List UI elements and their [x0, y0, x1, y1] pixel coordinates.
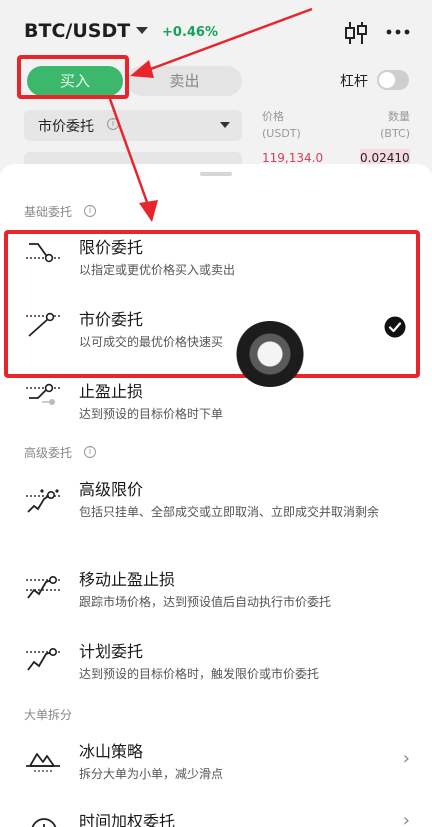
option-title: 限价委托 — [79, 238, 144, 257]
option-limit-order[interactable]: 限价委托 以指定或更优价格买入或卖出 — [0, 230, 432, 298]
option-desc: 跟踪市场价格，达到预设值后自动执行市价委托 — [79, 595, 332, 609]
check-icon — [384, 316, 406, 338]
pair-title[interactable]: BTC/USDT — [24, 20, 130, 42]
info-icon[interactable]: i — [107, 118, 119, 130]
price-header-unit: (USDT) — [262, 127, 301, 140]
option-title: 时间加权委托 — [79, 812, 176, 827]
option-market-order[interactable]: 市价委托 以可成交的最优价格快速买 — [0, 302, 432, 370]
sell-tab[interactable]: 卖出 — [127, 66, 242, 96]
limit-order-icon — [26, 243, 62, 263]
twap-icon — [31, 818, 57, 827]
trade-page-background: BTC/USDT +0.46% 买入 卖出 杠杆 市价委托 i 价格 (USDT… — [0, 0, 432, 190]
price-header-label: 价格 — [262, 110, 284, 123]
pair-dropdown-caret-icon[interactable] — [136, 27, 148, 34]
option-desc: 达到预设的目标价格时，触发限价或市价委托 — [79, 667, 320, 681]
chevron-right-icon: › — [402, 748, 410, 769]
candlestick-icon[interactable] — [344, 20, 368, 46]
section-title-basic: 基础委托 — [24, 205, 73, 219]
option-title: 高级限价 — [79, 480, 144, 499]
market-order-icon — [26, 312, 62, 337]
more-icon[interactable] — [385, 22, 411, 42]
option-title: 冰山策略 — [79, 742, 144, 761]
option-title: 市价委托 — [79, 310, 144, 329]
option-title: 止盈止损 — [79, 382, 144, 401]
tp-sl-icon — [26, 383, 62, 405]
toggle-knob — [379, 72, 395, 88]
qty-header-label: 数量 — [388, 110, 410, 123]
orderbook-ask-price[interactable]: 119,134.0 — [262, 151, 323, 165]
price-column-header: 价格 (USDT) — [262, 108, 301, 142]
advanced-limit-icon — [26, 489, 62, 513]
option-desc: 达到预设的目标价格时下单 — [79, 407, 224, 421]
option-title: 计划委托 — [79, 642, 144, 661]
option-desc: 拆分大单为小单，减少滑点 — [79, 767, 224, 781]
sheet-drag-handle[interactable] — [200, 172, 232, 176]
option-desc: 以指定或更优价格买入或卖出 — [79, 263, 236, 277]
buy-tab[interactable]: 买入 — [27, 66, 123, 96]
leverage-label: 杠杆 — [340, 74, 368, 90]
info-icon[interactable]: i — [84, 205, 96, 217]
price-change: +0.46% — [162, 25, 218, 40]
chevron-right-icon: › — [402, 810, 410, 827]
qty-header-unit: (BTC) — [380, 127, 410, 140]
order-type-sheet: 基础委托 i 限价委托 以指定或更优价格买入或卖出 市价委托 以可成交的最优价格… — [0, 164, 432, 827]
iceberg-icon — [26, 753, 60, 772]
option-trailing-stop[interactable]: 移动止盈止损 跟踪市场价格，达到预设值后自动执行市价委托 — [0, 562, 432, 622]
option-title: 移动止盈止损 — [79, 570, 176, 589]
option-trigger-order[interactable]: 计划委托 达到预设的目标价格时，触发限价或市价委托 — [0, 634, 432, 694]
option-twap[interactable]: 时间加权委托 › — [0, 804, 432, 827]
trailing-stop-icon — [26, 576, 62, 599]
qty-column-header: 数量 (BTC) — [380, 108, 410, 142]
option-desc: 包括只挂单、全部成交或立即取消、立即成交并取消剩余 — [79, 505, 380, 519]
option-iceberg[interactable]: 冰山策略 拆分大单为小单，减少滑点 › — [0, 734, 432, 794]
section-title-split: 大单拆分 — [24, 708, 73, 722]
option-tp-sl[interactable]: 止盈止损 达到预设的目标价格时下单 — [0, 372, 432, 434]
order-type-select[interactable]: 市价委托 i — [24, 110, 242, 141]
order-type-value: 市价委托 — [38, 119, 94, 135]
option-advanced-limit[interactable]: 高级限价 包括只挂单、全部成交或立即取消、立即成交并取消剩余 — [0, 472, 432, 552]
trigger-order-icon — [26, 648, 62, 671]
info-icon[interactable]: i — [84, 446, 96, 458]
touch-indicator — [235, 321, 305, 387]
leverage-toggle[interactable] — [377, 70, 409, 90]
chevron-down-icon — [220, 122, 230, 128]
section-title-advanced: 高级委托 — [24, 446, 73, 460]
